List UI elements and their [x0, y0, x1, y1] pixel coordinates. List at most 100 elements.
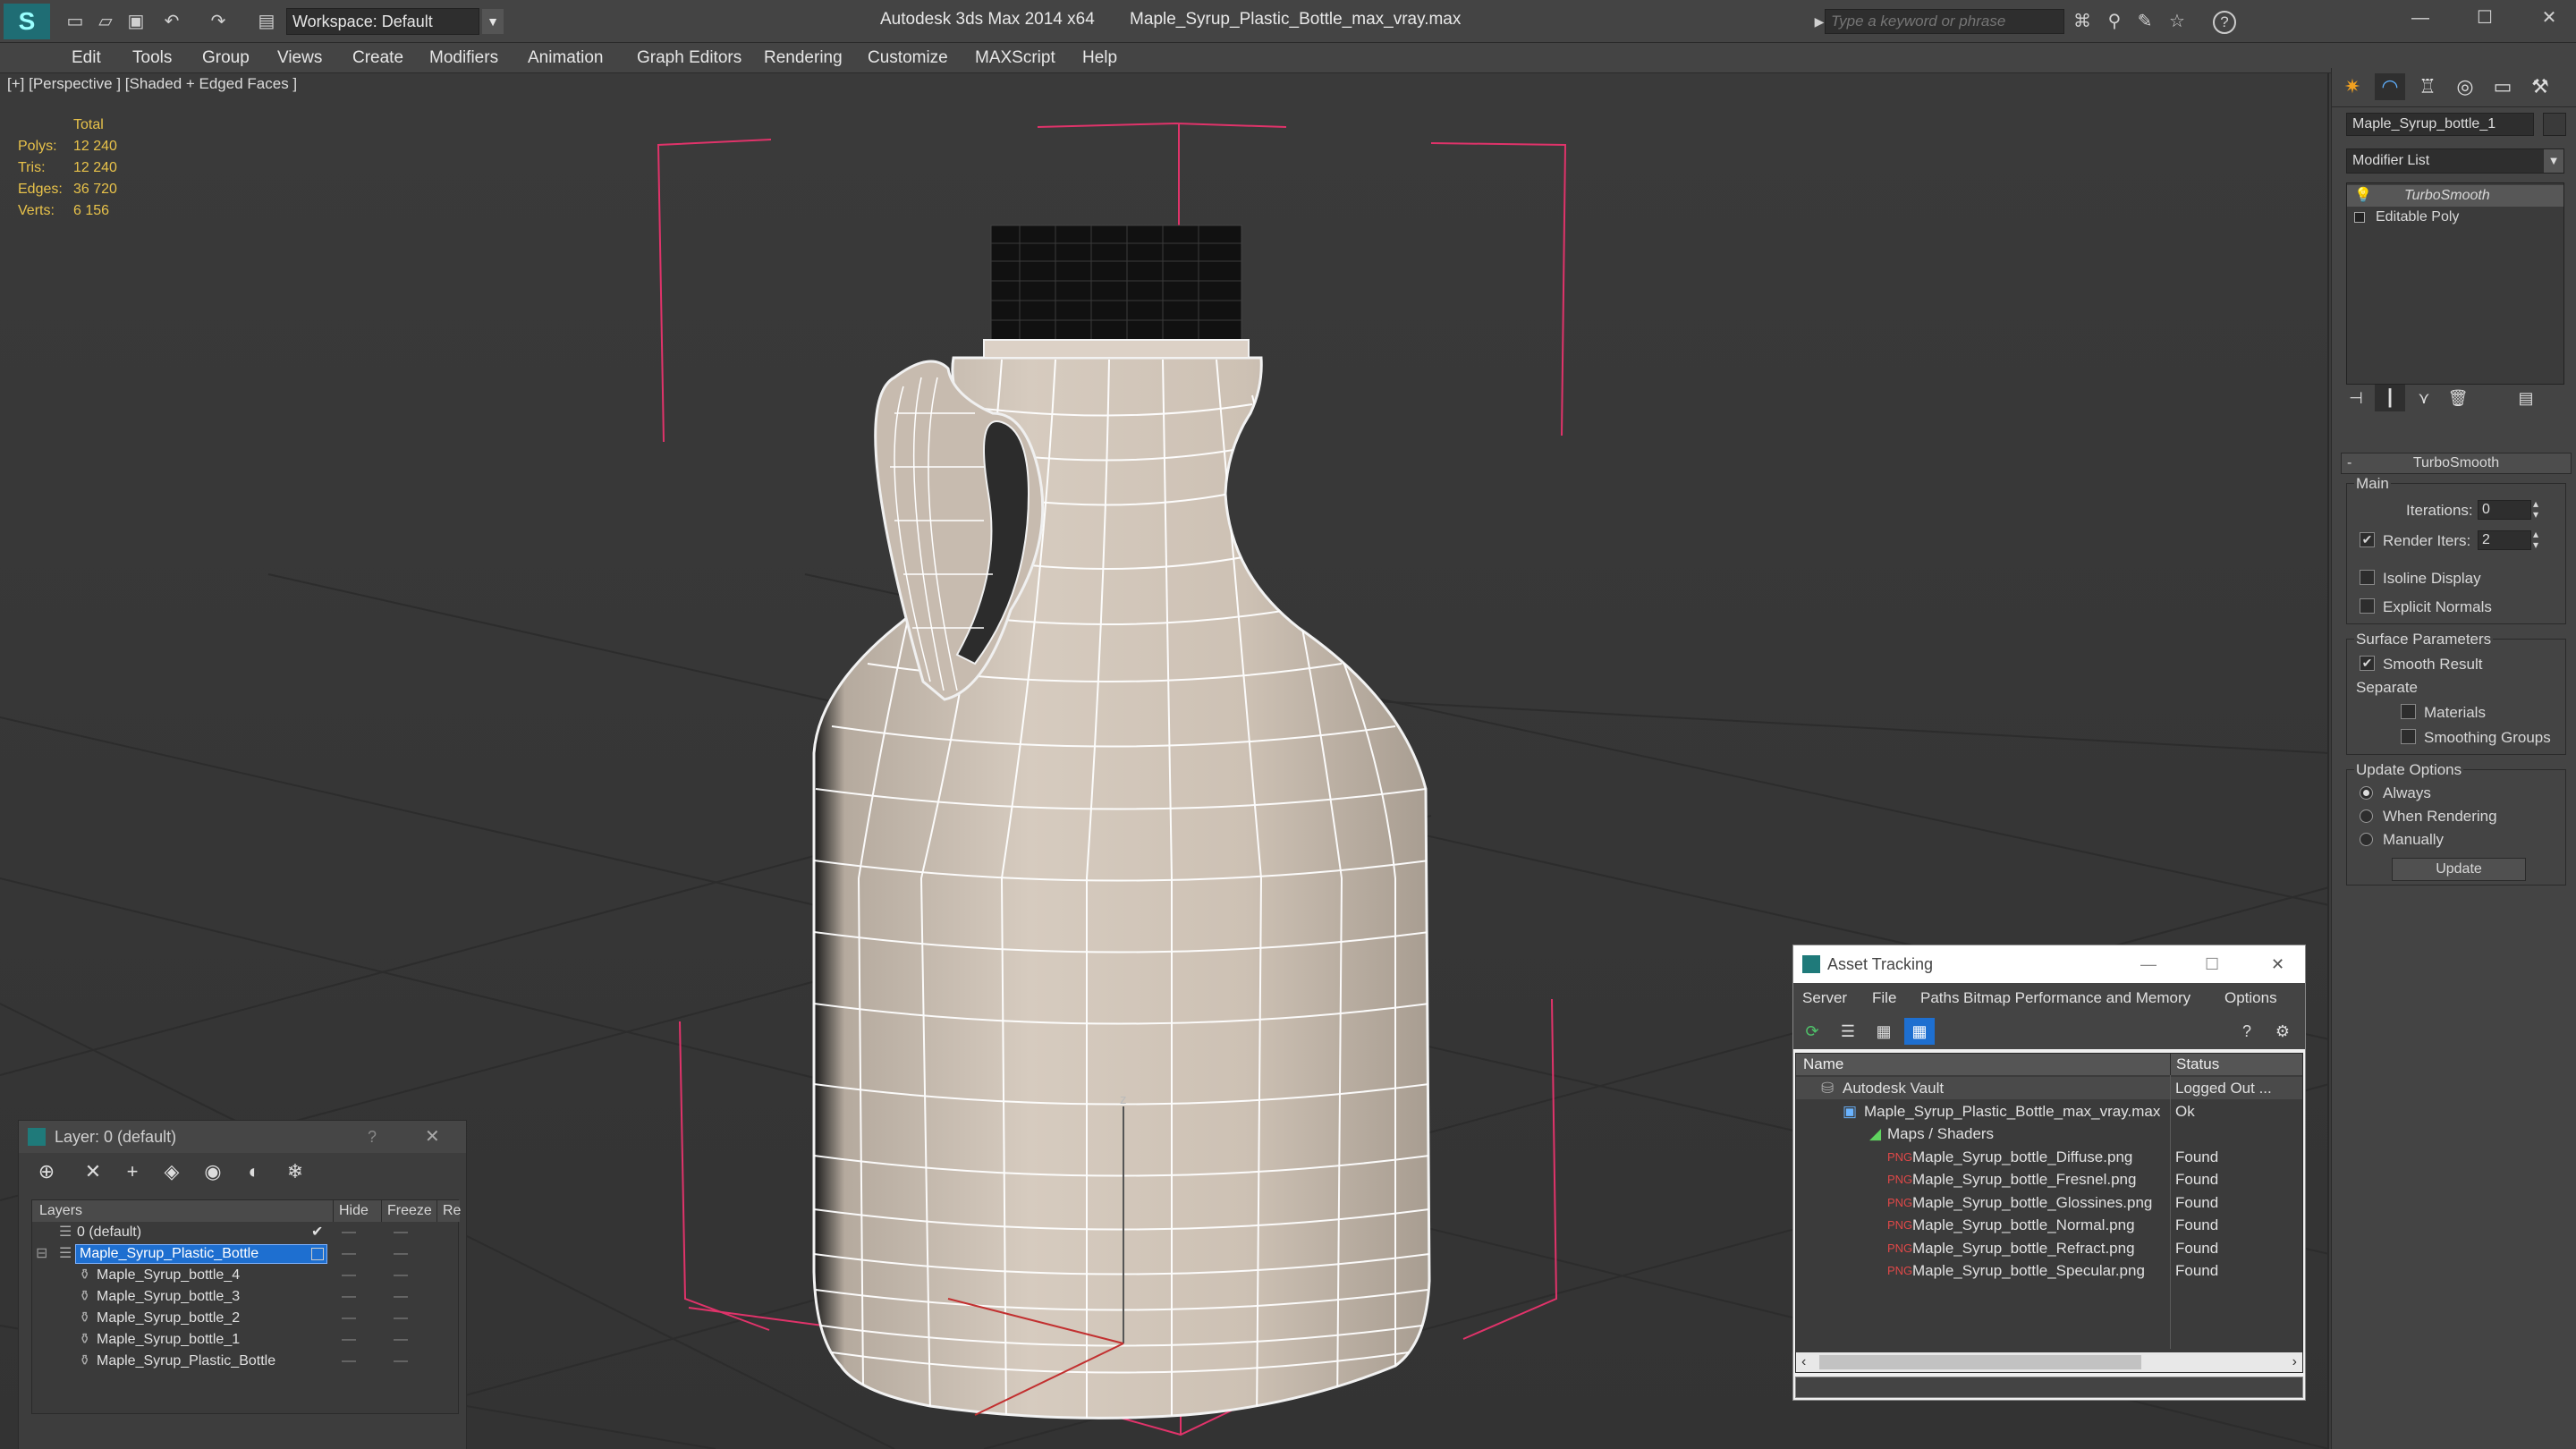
list-view-icon[interactable]: ☰: [1833, 1018, 1863, 1045]
hierarchy-tab-icon[interactable]: ♖: [2412, 73, 2443, 100]
materials-checkbox[interactable]: [2401, 704, 2416, 719]
close-icon[interactable]: ✕: [425, 1121, 440, 1153]
minimize-icon[interactable]: —: [2410, 7, 2431, 29]
always-radio[interactable]: [2360, 786, 2373, 800]
display-tab-icon[interactable]: ▭: [2487, 73, 2518, 100]
help-button[interactable]: ?: [368, 1121, 377, 1153]
at-menu-paths[interactable]: Paths: [1920, 983, 1959, 1013]
smooth-result-checkbox[interactable]: ✔: [2360, 656, 2375, 671]
modify-tab-icon[interactable]: ◠: [2375, 73, 2405, 100]
utilities-tab-icon[interactable]: ⚒: [2525, 73, 2555, 100]
menu-views[interactable]: Views: [277, 43, 322, 73]
freeze-toggle[interactable]: —: [394, 1351, 408, 1372]
render-iters-checkbox[interactable]: ✔: [2360, 532, 2375, 547]
object-row[interactable]: ⚱ Maple_Syrup_bottle_4 — —: [32, 1265, 460, 1286]
delete-layer-icon[interactable]: ✕: [78, 1158, 108, 1185]
viewport-label[interactable]: [+] [Perspective ] [Shaded + Edged Faces…: [7, 75, 297, 93]
expand-plus-icon[interactable]: [2354, 212, 2365, 223]
freeze-toggle[interactable]: —: [394, 1286, 408, 1308]
hide-toggle[interactable]: —: [342, 1265, 356, 1286]
asset-row[interactable]: PNG Maple_Syrup_bottle_Normal.png Found: [1796, 1214, 2302, 1236]
col-status[interactable]: Status: [2170, 1054, 2219, 1075]
redo-icon[interactable]: ↷: [208, 11, 229, 32]
maximize-icon[interactable]: ☐: [2474, 7, 2496, 29]
pin-stack-icon[interactable]: ⊣: [2341, 385, 2371, 411]
hide-toggle[interactable]: —: [342, 1329, 356, 1351]
menu-maxscript[interactable]: MAXScript: [975, 43, 1055, 73]
menu-modifiers[interactable]: Modifiers: [429, 43, 498, 73]
at-menu-bitmap-performance[interactable]: Bitmap Performance and Memory: [1963, 983, 2190, 1013]
help-icon[interactable]: ?: [2232, 1018, 2262, 1045]
scroll-left-icon[interactable]: ‹: [1801, 1352, 1806, 1372]
isoline-display-checkbox[interactable]: [2360, 570, 2375, 585]
col-freeze[interactable]: Freeze: [381, 1200, 432, 1222]
maximize-icon[interactable]: ☐: [2205, 945, 2219, 983]
layer-row-selected[interactable]: ⊟ ☰ Maple_Syrup_Plastic_Bottle — —: [32, 1243, 460, 1265]
col-layers[interactable]: Layers: [39, 1200, 82, 1222]
asset-row[interactable]: PNG Maple_Syrup_bottle_Glossines.png Fou…: [1796, 1191, 2302, 1214]
motion-tab-icon[interactable]: ◎: [2450, 73, 2480, 100]
menu-tools[interactable]: Tools: [132, 43, 172, 73]
close-icon[interactable]: ✕: [2271, 945, 2284, 983]
col-name[interactable]: Name: [1803, 1054, 1843, 1075]
col-re[interactable]: Re: [436, 1200, 461, 1222]
manually-radio[interactable]: [2360, 833, 2373, 846]
close-icon[interactable]: ✕: [2538, 7, 2560, 29]
object-row[interactable]: ⚱ Maple_Syrup_bottle_1 — —: [32, 1329, 460, 1351]
spinner-arrows-icon[interactable]: ▴ ▾: [2533, 529, 2538, 550]
stack-item-editable-poly[interactable]: Editable Poly: [2347, 207, 2563, 228]
iterations-spinner[interactable]: 0: [2478, 500, 2531, 520]
stack-item-turbosmooth[interactable]: 💡 TurboSmooth: [2347, 185, 2563, 207]
menu-edit[interactable]: Edit: [72, 43, 101, 73]
minimize-icon[interactable]: —: [2140, 945, 2157, 983]
help-icon[interactable]: ?: [2213, 11, 2236, 34]
at-menu-options[interactable]: Options: [2224, 983, 2277, 1013]
update-button[interactable]: Update: [2392, 858, 2526, 881]
freeze-all-icon[interactable]: ❄: [280, 1158, 310, 1185]
scroll-thumb[interactable]: [1819, 1355, 2141, 1369]
at-menu-server[interactable]: Server: [1802, 983, 1847, 1013]
object-color-swatch[interactable]: [2543, 113, 2566, 136]
freeze-toggle[interactable]: —: [394, 1308, 408, 1329]
create-tab-icon[interactable]: ✷: [2337, 73, 2368, 100]
project-folder-icon[interactable]: ▤: [256, 11, 277, 32]
expand-minus-icon[interactable]: ⊟: [36, 1243, 47, 1265]
communication-icon[interactable]: ✎: [2134, 11, 2156, 32]
horizontal-scrollbar[interactable]: ‹ ›: [1796, 1352, 2302, 1372]
hide-toggle[interactable]: —: [342, 1222, 356, 1243]
menu-create[interactable]: Create: [352, 43, 403, 73]
object-row[interactable]: ⚱ Maple_Syrup_Plastic_Bottle — —: [32, 1351, 460, 1372]
thumbnail-view-icon[interactable]: ▦: [1868, 1018, 1899, 1045]
menu-help[interactable]: Help: [1082, 43, 1117, 73]
layer-row[interactable]: ☰ 0 (default) ✔ — —: [32, 1222, 460, 1243]
asset-row[interactable]: ◢ Maps / Shaders: [1796, 1123, 2302, 1145]
workspace-dropdown[interactable]: Workspace: Default ▼: [286, 8, 504, 35]
menu-customize[interactable]: Customize: [868, 43, 948, 73]
freeze-toggle[interactable]: —: [394, 1222, 408, 1243]
object-row[interactable]: ⚱ Maple_Syrup_bottle_2 — —: [32, 1308, 460, 1329]
menu-rendering[interactable]: Rendering: [764, 43, 843, 73]
scroll-right-icon[interactable]: ›: [2292, 1352, 2297, 1372]
explicit-normals-checkbox[interactable]: [2360, 598, 2375, 614]
show-end-result-icon[interactable]: ┃: [2375, 385, 2405, 411]
perspective-viewport[interactable]: z [+] [Perspective ] [Shaded + Edged Fac…: [0, 73, 2329, 1449]
make-unique-icon[interactable]: ⋎: [2409, 385, 2439, 411]
lightbulb-icon[interactable]: 💡: [2354, 185, 2372, 207]
refresh-icon[interactable]: ⟳: [1797, 1018, 1827, 1045]
asset-row[interactable]: PNG Maple_Syrup_bottle_Specular.png Foun…: [1796, 1259, 2302, 1282]
hide-toggle[interactable]: —: [342, 1286, 356, 1308]
menu-animation[interactable]: Animation: [528, 43, 604, 73]
modifier-list-dropdown[interactable]: Modifier List ▼: [2346, 148, 2564, 174]
binoculars-icon[interactable]: ⌘: [2072, 11, 2093, 32]
configure-sets-icon[interactable]: ▤: [2511, 385, 2541, 411]
search-input[interactable]: [1825, 9, 2064, 34]
select-objects-icon[interactable]: ◈: [157, 1158, 187, 1185]
favorites-star-icon[interactable]: ☆: [2166, 11, 2188, 32]
new-file-icon[interactable]: ▭: [64, 11, 86, 32]
highlight-layer-icon[interactable]: ◉: [198, 1158, 228, 1185]
hide-toggle[interactable]: —: [342, 1308, 356, 1329]
undo-icon[interactable]: ↶: [161, 11, 182, 32]
open-file-icon[interactable]: ▱: [95, 11, 116, 32]
freeze-toggle[interactable]: —: [394, 1243, 408, 1265]
asset-tracking-titlebar[interactable]: Asset Tracking — ☐ ✕: [1793, 945, 2305, 983]
